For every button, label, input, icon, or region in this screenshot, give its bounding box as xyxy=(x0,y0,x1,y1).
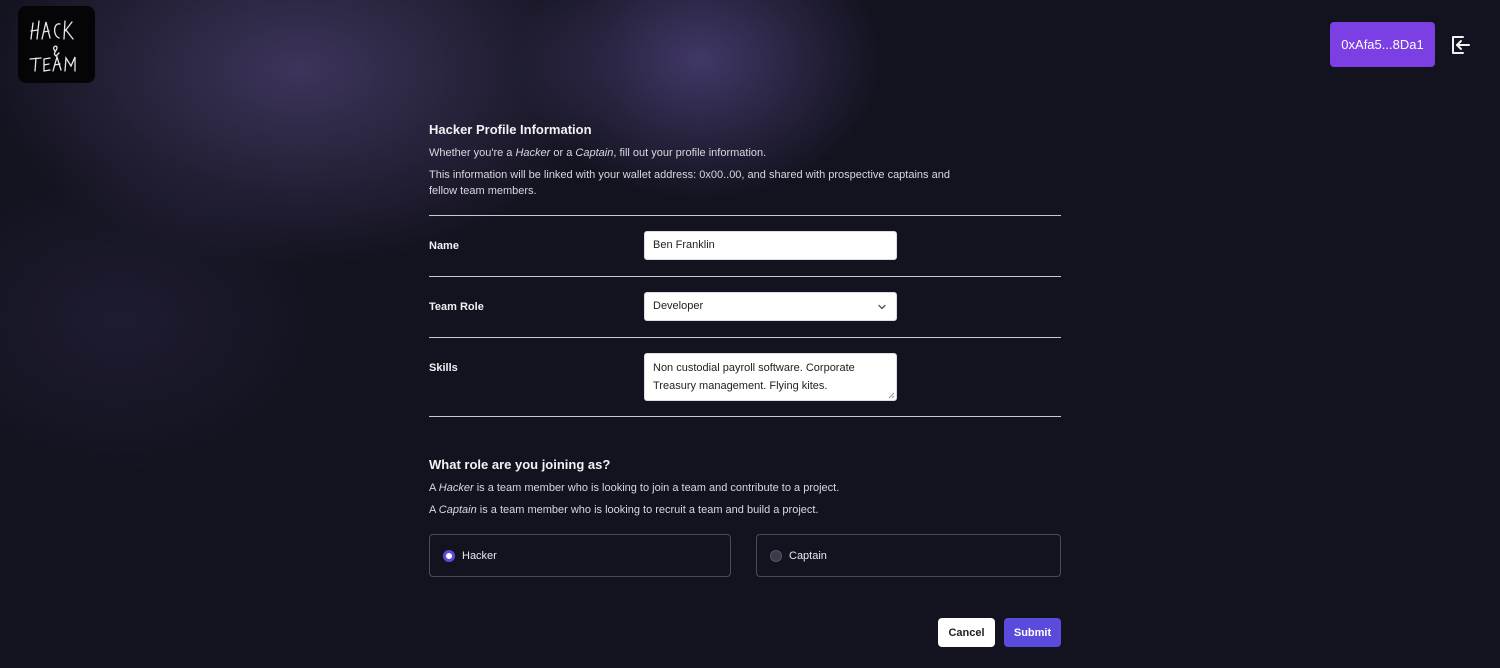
role-option-label: Hacker xyxy=(462,549,497,562)
radio-button-unselected[interactable] xyxy=(770,549,782,562)
role-option-label: Captain xyxy=(789,549,827,562)
radio-button-selected[interactable] xyxy=(443,549,455,562)
wallet-note-text: This information will be linked with you… xyxy=(429,169,950,197)
role-option-captain[interactable]: Captain xyxy=(756,534,1061,577)
intro-hacker-word: Hacker xyxy=(515,147,551,159)
submit-button[interactable]: Submit xyxy=(1004,618,1061,647)
skills-textarea[interactable]: Non custodial payroll software. Corporat… xyxy=(644,353,897,401)
divider xyxy=(429,215,1061,216)
hacker-desc-word: Hacker xyxy=(438,482,474,494)
hacker-desc-text: is a team member who is looking to join … xyxy=(473,482,840,494)
hacker-desc-a: A xyxy=(429,482,439,494)
hacker-description: A Hacker is a team member who is looking… xyxy=(429,480,839,496)
skills-label: Skills xyxy=(429,362,458,374)
divider xyxy=(429,276,1061,277)
divider xyxy=(429,337,1061,338)
wallet-address-button[interactable]: 0xAfa5...8Da1 xyxy=(1330,22,1435,67)
captain-desc-text: is a team member who is looking to recru… xyxy=(476,504,819,516)
logout-icon[interactable] xyxy=(1448,32,1474,58)
hack-team-logo-art xyxy=(28,19,76,72)
cancel-button[interactable]: Cancel xyxy=(938,618,995,647)
captain-desc-a: A xyxy=(429,504,439,516)
team-role-label: Team Role xyxy=(429,301,484,313)
name-label: Name xyxy=(429,240,459,252)
captain-desc-word: Captain xyxy=(438,504,477,516)
app-logo[interactable] xyxy=(18,6,95,83)
divider xyxy=(429,416,1061,417)
name-input[interactable]: Ben Franklin xyxy=(644,231,897,260)
captain-description: A Captain is a team member who is lookin… xyxy=(429,502,819,518)
intro-prefix: Whether you're a xyxy=(429,147,516,159)
intro-suffix: , fill out your profile information. xyxy=(613,147,767,159)
resize-handle-icon[interactable] xyxy=(887,391,895,399)
profile-intro-text: Whether you're a Hacker or a Captain, fi… xyxy=(429,145,766,161)
intro-captain-word: Captain xyxy=(575,147,614,159)
intro-or: or a xyxy=(550,147,576,159)
skills-value: Non custodial payroll software. Corporat… xyxy=(653,362,855,392)
team-role-select[interactable]: Developer xyxy=(644,292,897,321)
profile-section-title: Hacker Profile Information xyxy=(429,122,592,137)
role-section-title: What role are you joining as? xyxy=(429,457,611,472)
team-role-value: Developer xyxy=(653,300,704,312)
role-option-hacker[interactable]: Hacker xyxy=(429,534,731,577)
chevron-down-icon xyxy=(878,304,886,310)
